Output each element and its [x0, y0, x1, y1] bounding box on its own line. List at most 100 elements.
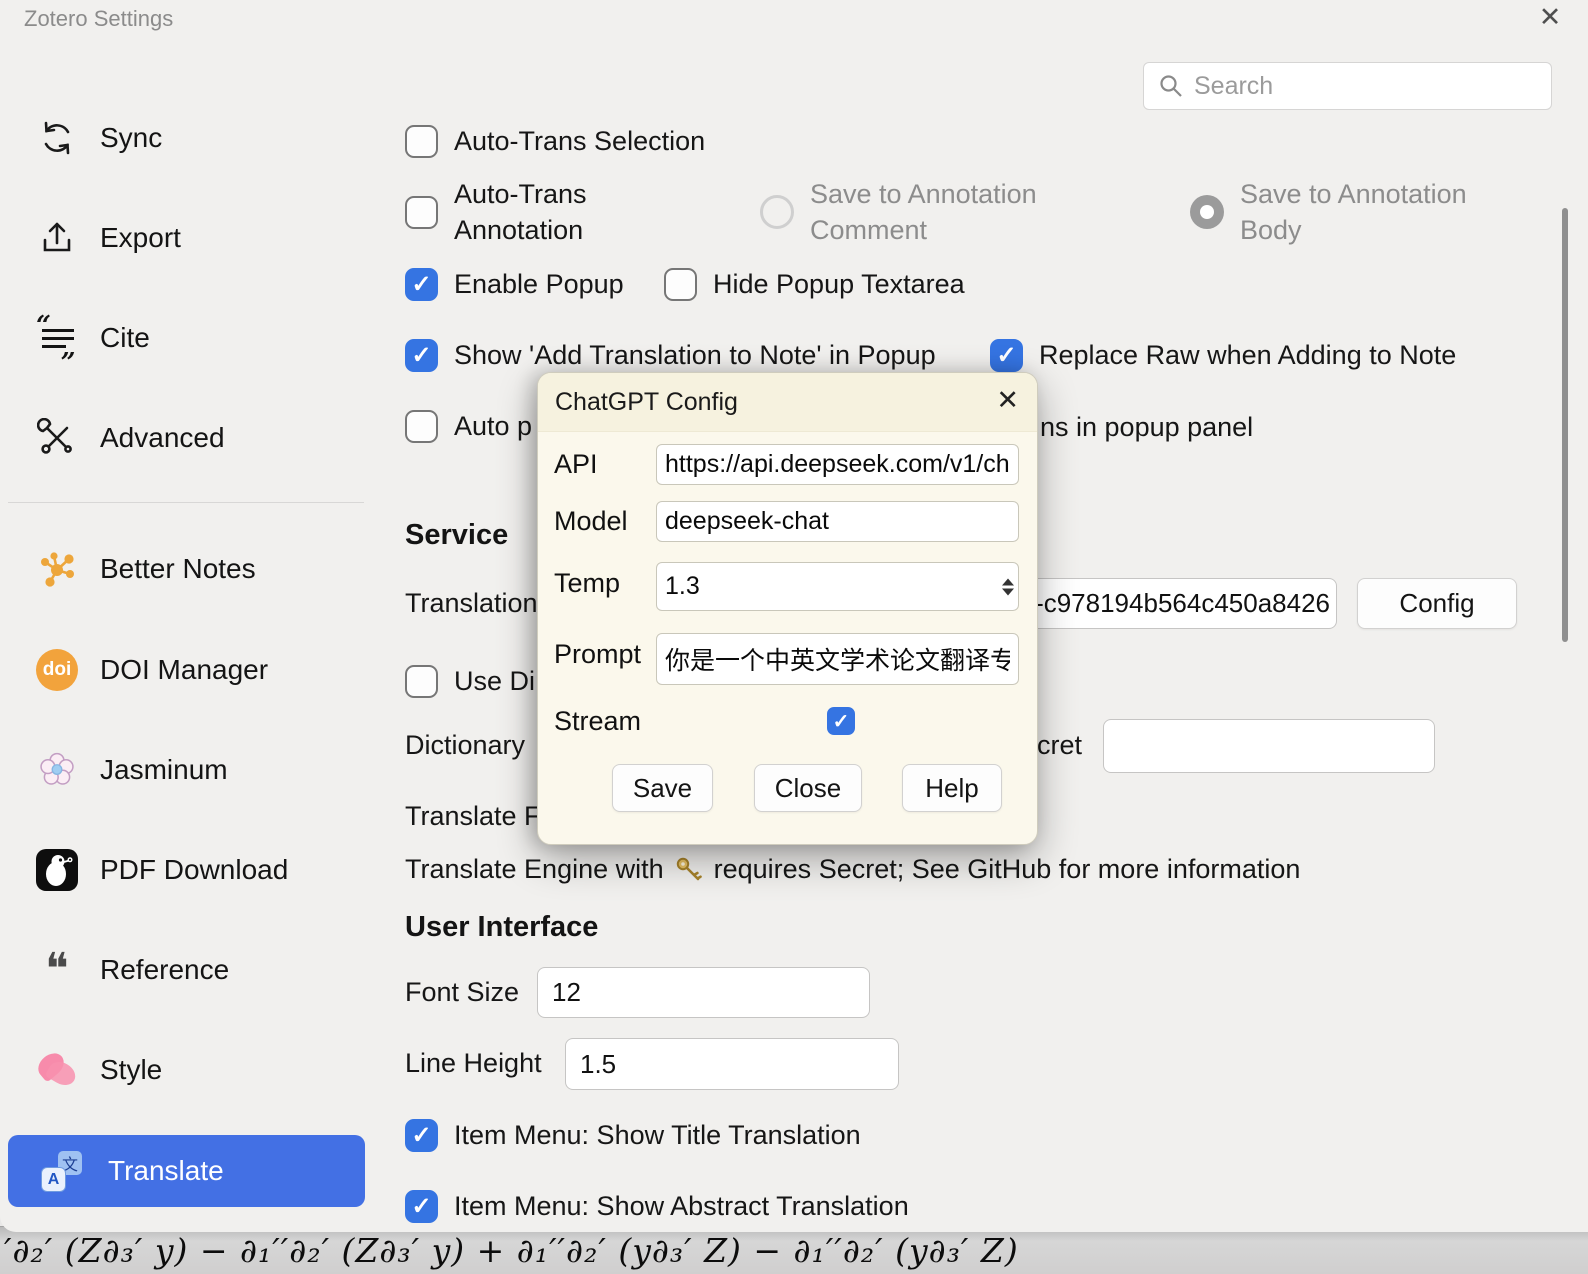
sidebar-item-sync[interactable]: Sync [36, 115, 162, 161]
item-menu-abstract-checkbox[interactable] [405, 1190, 438, 1223]
cite-icon: “„ [36, 317, 78, 359]
enable-popup-row: Enable Popup [405, 262, 624, 306]
prompt-input[interactable] [657, 645, 1018, 674]
stream-label: Stream [554, 706, 641, 737]
advanced-icon [36, 417, 78, 459]
save-button[interactable]: Save [612, 764, 713, 812]
temp-spinner[interactable] [1002, 578, 1014, 595]
item-menu-abstract-label: Item Menu: Show Abstract Translation [454, 1191, 909, 1222]
api-input[interactable] [657, 450, 1018, 479]
show-add-translation-row: Show 'Add Translation to Note' in Popup [405, 333, 936, 377]
save-annotation-body-label: Save to Annotation Body [1240, 176, 1508, 249]
sidebar-item-label: DOI Manager [100, 654, 268, 686]
service-heading: Service [405, 519, 508, 552]
sidebar-item-doi-manager[interactable]: doi DOI Manager [36, 647, 268, 693]
sidebar-item-label: Cite [100, 322, 150, 354]
user-interface-heading: User Interface [405, 911, 598, 944]
save-annotation-body-option: Save to Annotation Body [1190, 176, 1508, 248]
api-field[interactable] [656, 444, 1019, 485]
sidebar-item-label: Sync [100, 122, 162, 154]
font-size-input[interactable] [538, 977, 869, 1008]
sidebar-item-label: Reference [100, 954, 229, 986]
hide-popup-textarea-checkbox[interactable] [664, 268, 697, 301]
use-dictionary-label-fragment: Use Di [454, 666, 535, 697]
save-annotation-comment-option: Save to Annotation Comment [760, 176, 1078, 248]
line-height-label: Line Height [405, 1048, 542, 1079]
save-annotation-body-radio[interactable] [1190, 195, 1224, 229]
auto-trans-annotation-checkbox[interactable] [405, 196, 438, 229]
auto-trans-selection-row: Auto-Trans Selection [405, 119, 705, 163]
sidebar-item-reference[interactable]: ❝ Reference [36, 947, 229, 993]
search-box[interactable] [1143, 62, 1552, 110]
item-menu-title-row: Item Menu: Show Title Translation [405, 1113, 861, 1157]
close-button[interactable]: Close [754, 764, 862, 812]
sidebar-divider [8, 502, 364, 503]
vertical-scrollbar[interactable] [1562, 208, 1568, 642]
auto-popup-checkbox[interactable] [405, 410, 438, 443]
line-height-input[interactable] [566, 1049, 898, 1080]
sidebar-item-label: Jasminum [100, 754, 228, 786]
engine-note-before: Translate Engine with [405, 854, 664, 885]
sidebar-item-label: Advanced [100, 422, 225, 454]
sidebar-item-label: Style [100, 1054, 162, 1086]
key-icon [674, 855, 704, 885]
secret-field[interactable] [1103, 719, 1435, 773]
replace-raw-checkbox[interactable] [990, 339, 1023, 372]
show-add-translation-checkbox[interactable] [405, 339, 438, 372]
secret-input[interactable] [1104, 731, 1434, 762]
sidebar-item-jasminum[interactable]: Jasminum [36, 747, 228, 793]
background-document-strip: ′∂₂′ (Z∂₃′ y) − ∂₁′′∂₂′ (Z∂₃′ y) + ∂₁′′∂… [0, 1226, 1588, 1274]
dictionary-label: Dictionary [405, 730, 525, 761]
line-height-field[interactable] [565, 1038, 899, 1090]
item-menu-title-checkbox[interactable] [405, 1119, 438, 1152]
search-input[interactable] [1194, 72, 1514, 101]
pdf-download-icon [36, 849, 78, 891]
export-icon [36, 217, 78, 259]
font-size-field[interactable] [537, 967, 870, 1018]
item-menu-title-label: Item Menu: Show Title Translation [454, 1120, 861, 1151]
sidebar-item-label: Export [100, 222, 181, 254]
save-annotation-comment-radio[interactable] [760, 195, 794, 229]
show-add-translation-label: Show 'Add Translation to Note' in Popup [454, 340, 936, 371]
sidebar-item-advanced[interactable]: Advanced [36, 415, 225, 461]
auto-trans-annotation-row: Auto-Trans Annotation [405, 176, 634, 248]
enable-popup-checkbox[interactable] [405, 268, 438, 301]
sidebar-item-better-notes[interactable]: Better Notes [36, 546, 256, 592]
hide-popup-textarea-row: Hide Popup Textarea [664, 262, 965, 306]
sidebar-item-cite[interactable]: “„ Cite [36, 315, 150, 361]
dialog-close-icon[interactable]: ✕ [996, 385, 1019, 416]
doi-icon: doi [36, 649, 78, 691]
window-close-button[interactable]: ✕ [1528, 2, 1572, 42]
model-field[interactable] [656, 501, 1019, 542]
auto-trans-selection-label: Auto-Trans Selection [454, 126, 705, 157]
auto-trans-selection-checkbox[interactable] [405, 125, 438, 158]
dialog-title: ChatGPT Config [555, 388, 738, 417]
prompt-label: Prompt [554, 639, 641, 670]
engine-secret-note: Translate Engine with requires Secret; S… [405, 854, 1300, 885]
replace-raw-row: Replace Raw when Adding to Note [990, 333, 1456, 377]
engine-note-after: requires Secret; See GitHub for more inf… [714, 854, 1301, 885]
sidebar-item-export[interactable]: Export [36, 215, 181, 261]
sidebar-item-translate[interactable]: 文 A Translate [8, 1135, 365, 1207]
dialog-header: ChatGPT Config ✕ [538, 373, 1037, 432]
sync-icon [36, 117, 78, 159]
help-button[interactable]: Help [902, 764, 1002, 812]
model-input[interactable] [657, 507, 1018, 536]
sidebar-item-pdf-download[interactable]: PDF Download [36, 847, 288, 893]
reference-icon: ❝ [36, 949, 78, 991]
prompt-field[interactable] [656, 633, 1019, 685]
api-label: API [554, 449, 598, 480]
stream-checkbox[interactable] [827, 707, 855, 735]
search-icon [1158, 73, 1184, 99]
secret-label-fragment: cret [1037, 730, 1082, 761]
sidebar-item-style[interactable]: Style [36, 1047, 162, 1093]
use-dictionary-row: Use Di [405, 659, 535, 703]
temp-input[interactable] [657, 572, 1018, 601]
temp-field[interactable] [656, 562, 1019, 611]
style-icon [36, 1049, 78, 1091]
translation-label: Translation [405, 588, 538, 619]
config-button[interactable]: Config [1357, 578, 1517, 629]
use-dictionary-checkbox[interactable] [405, 665, 438, 698]
better-notes-icon [36, 548, 78, 590]
window-title: Zotero Settings [24, 6, 173, 32]
